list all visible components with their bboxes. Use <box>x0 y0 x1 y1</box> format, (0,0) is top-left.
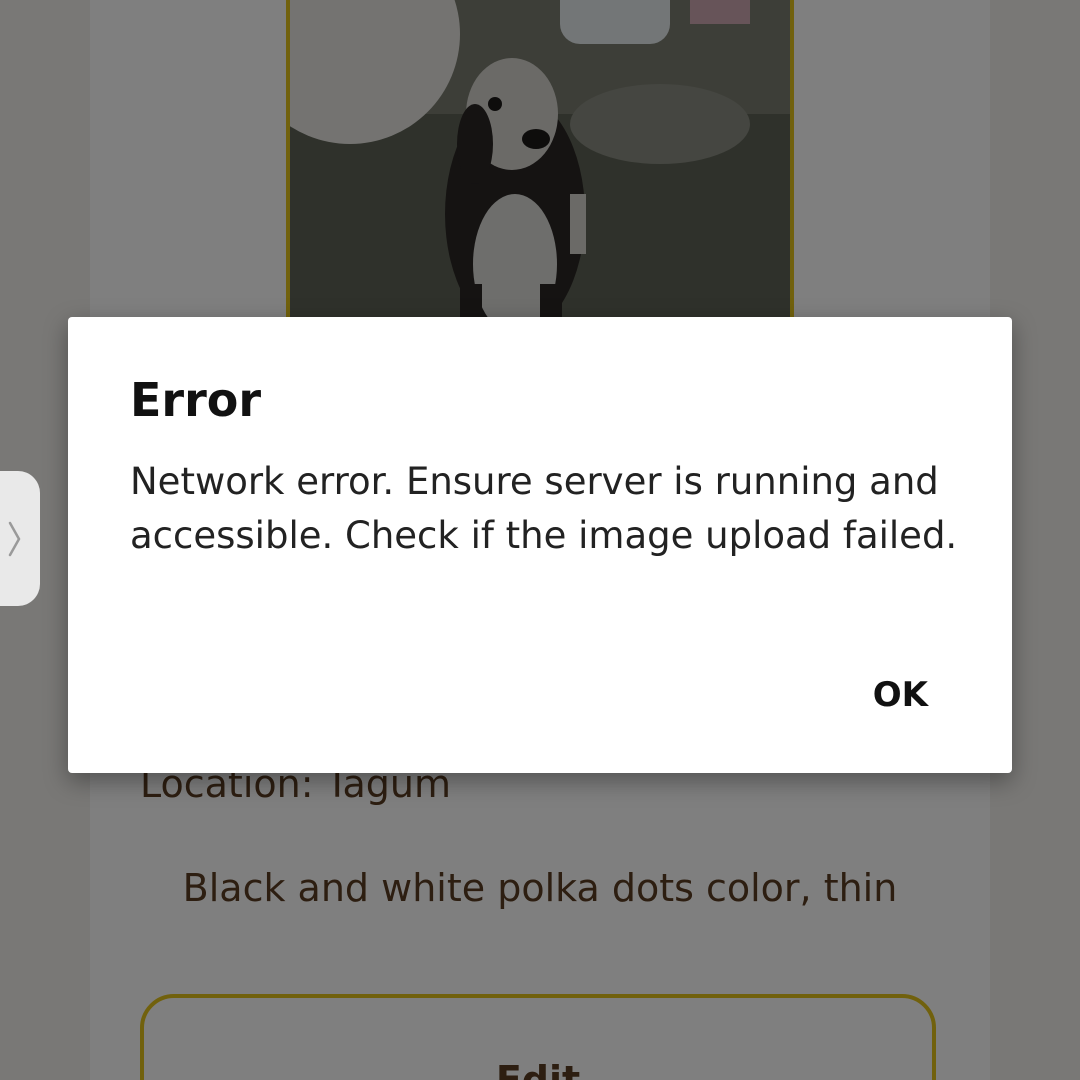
chevron-right-icon <box>8 521 21 557</box>
error-dialog: Error Network error. Ensure server is ru… <box>68 317 1012 773</box>
edge-panel-handle[interactable] <box>0 471 40 606</box>
dialog-message: Network error. Ensure server is running … <box>130 460 958 557</box>
app-screen: Location: Tagum Black and white polka do… <box>0 0 1080 1080</box>
ok-button[interactable]: OK <box>861 669 940 721</box>
dialog-title: Error <box>130 373 262 427</box>
